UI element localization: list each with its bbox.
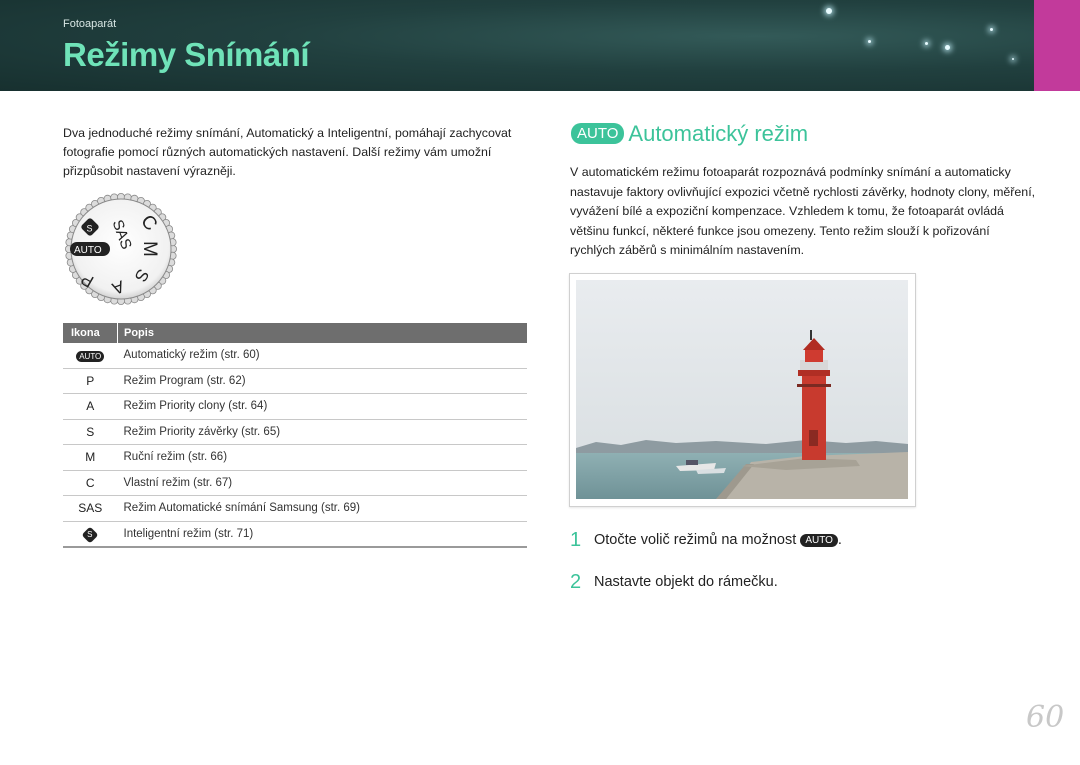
sparkle-dot xyxy=(945,45,950,50)
auto-mode-description: V automatickém režimu fotoaparát rozpozn… xyxy=(570,165,1036,257)
table-header-description: Popis xyxy=(117,323,527,343)
row-description: Automatický režim (str. 60) xyxy=(117,343,527,369)
row-description: Režim Priority závěrky (str. 65) xyxy=(117,419,527,445)
program-mode-icon: P xyxy=(63,368,118,394)
row-description: Režim Automatické snímání Samsung (str. … xyxy=(117,495,527,522)
sample-photo-frame xyxy=(569,273,916,507)
sas-mode-icon: SAS xyxy=(63,495,118,522)
step-suffix: . xyxy=(837,532,842,548)
step-text: Nastavte objekt do rámečku. xyxy=(594,574,778,590)
step-number: 2 xyxy=(570,571,582,593)
sparkle-dot xyxy=(925,42,928,45)
row-description: Vlastní režim (str. 67) xyxy=(117,470,527,496)
lighthouse-photo xyxy=(576,280,908,499)
table-row: SAS Režim Automatické snímání Samsung (s… xyxy=(63,495,527,522)
manual-mode-icon: M xyxy=(63,444,118,471)
intro-paragraph: Dva jednoduché režimy snímání, Automatic… xyxy=(63,126,512,178)
table-row: S Režim Priority závěrky (str. 65) xyxy=(63,419,527,445)
table-row: S Inteligentní režim (str. 71) xyxy=(63,521,527,548)
table-row: M Ruční režim (str. 66) xyxy=(63,444,527,471)
table-row: A Režim Priority clony (str. 64) xyxy=(63,393,527,420)
sparkle-dot xyxy=(990,28,993,31)
svg-text:S: S xyxy=(87,224,93,234)
table-header-icon: Ikona xyxy=(63,323,118,343)
sparkle-dot xyxy=(1012,58,1014,60)
step-2: 2 Nastavte objekt do rámečku. xyxy=(570,571,778,594)
section-label: Fotoaparát xyxy=(63,18,117,30)
auto-mode-heading: AUTO Automatický režim xyxy=(571,121,808,147)
page-title: Režimy Snímání xyxy=(63,36,310,73)
shutter-priority-icon: S xyxy=(63,419,118,445)
smart-auto-icon: S xyxy=(63,521,118,548)
mode-dial-illustration: SAS C M S A P AUTO S xyxy=(65,193,178,306)
header-banner: Fotoaparát Režimy Snímání xyxy=(0,0,1080,91)
row-description: Ruční režim (str. 66) xyxy=(117,444,527,471)
table-row: P Režim Program (str. 62) xyxy=(63,368,527,394)
aperture-priority-icon: A xyxy=(63,393,118,420)
table-row: AUTO Automatický režim (str. 60) xyxy=(63,343,527,369)
sparkle-dot xyxy=(868,40,871,43)
dial-label-m: M xyxy=(139,241,160,257)
auto-inline-badge: AUTO xyxy=(800,534,838,547)
row-description: Inteligentní režim (str. 71) xyxy=(117,521,527,548)
mode-table: Ikona Popis AUTO Automatický režim (str.… xyxy=(63,323,527,548)
dial-label-auto: AUTO xyxy=(74,245,102,256)
row-description: Režim Program (str. 62) xyxy=(117,368,527,394)
custom-mode-icon: C xyxy=(63,470,118,496)
step-text: Otočte volič režimů na možnost xyxy=(594,532,797,548)
auto-mode-badge: AUTO xyxy=(571,123,625,144)
step-number: 1 xyxy=(570,529,582,551)
auto-mode-icon: AUTO xyxy=(63,343,118,369)
page-number: 60 xyxy=(1026,700,1065,735)
sparkle-dot xyxy=(826,8,832,14)
step-1: 1 Otočte volič režimů na možnost AUTO. xyxy=(570,529,842,552)
auto-mode-title: Automatický režim xyxy=(628,121,809,146)
row-description: Režim Priority clony (str. 64) xyxy=(117,393,527,420)
header-accent-tab xyxy=(1034,0,1080,91)
table-row: C Vlastní režim (str. 67) xyxy=(63,470,527,496)
